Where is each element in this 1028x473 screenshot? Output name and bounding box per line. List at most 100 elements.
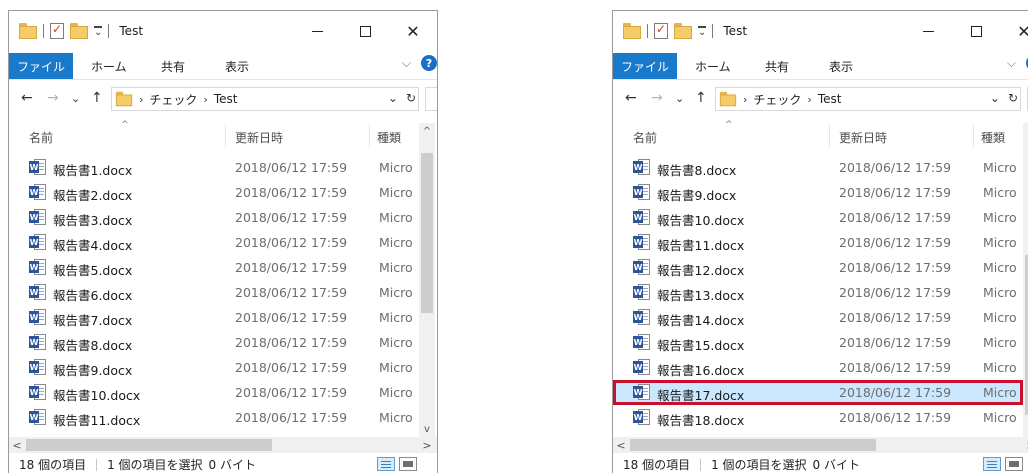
breadcrumb-item[interactable]: Test: [214, 92, 238, 106]
horizontal-scroll-thumb[interactable]: [26, 439, 272, 451]
status-bar: 18 個の項目 1 個の項目を選択 0 バイト: [613, 455, 1028, 473]
maximize-button[interactable]: [952, 11, 1000, 51]
customize-toolbar-icon[interactable]: ⌄: [94, 25, 103, 37]
scroll-left-icon[interactable]: <: [9, 437, 25, 453]
scroll-right-icon[interactable]: >: [419, 437, 435, 453]
breadcrumb-separator-icon[interactable]: ›: [807, 93, 811, 106]
file-row[interactable]: W 報告書3.docx 2018/06/12 17:59 Micro: [9, 205, 419, 230]
new-folder-icon[interactable]: [70, 23, 88, 39]
file-row[interactable]: W 報告書14.docx 2018/06/12 17:59 Micro: [613, 305, 1023, 330]
file-row[interactable]: W 報告書11.docx 2018/06/12 17:59 Micro: [613, 230, 1023, 255]
minimize-button[interactable]: [904, 11, 952, 51]
file-row[interactable]: W 報告書9.docx 2018/06/12 17:59 Micro: [9, 355, 419, 380]
search-box[interactable]: [425, 87, 437, 111]
breadcrumb-item[interactable]: チェック: [149, 91, 197, 108]
file-list[interactable]: W 報告書8.docx 2018/06/12 17:59 Micro W 報告書9.doc…: [613, 155, 1023, 435]
file-row[interactable]: W 報告書10.docx 2018/06/12 17:59 Micro: [9, 380, 419, 405]
details-view-icon[interactable]: [983, 457, 1001, 471]
file-row[interactable]: W 報告書18.docx 2018/06/12 17:59 Micro: [613, 405, 1023, 430]
horizontal-scrollbar[interactable]: <>: [613, 437, 1028, 453]
vertical-scroll-thumb[interactable]: [421, 153, 433, 313]
tab-file[interactable]: ファイル: [9, 53, 73, 79]
file-row[interactable]: W 報告書13.docx 2018/06/12 17:59 Micro: [613, 280, 1023, 305]
tab-home[interactable]: ホーム: [695, 53, 731, 79]
breadcrumb-item[interactable]: Test: [818, 92, 842, 106]
file-row[interactable]: W 報告書4.docx 2018/06/12 17:59 Micro: [9, 230, 419, 255]
refresh-icon[interactable]: ↻: [1008, 91, 1018, 105]
recent-locations-icon[interactable]: ⌄: [675, 92, 684, 105]
scroll-down-icon[interactable]: v: [419, 421, 435, 437]
file-row[interactable]: W 報告書10.docx 2018/06/12 17:59 Micro: [613, 205, 1023, 230]
scroll-right-icon[interactable]: >: [1023, 437, 1028, 453]
close-button[interactable]: ✕: [389, 11, 437, 51]
address-bar[interactable]: › チェック › Test ⌄ ↻: [111, 87, 419, 111]
maximize-button[interactable]: [341, 11, 389, 51]
file-row[interactable]: W 報告書2.docx 2018/06/12 17:59 Micro: [9, 180, 419, 205]
back-arrow-icon[interactable]: ←: [625, 90, 637, 106]
breadcrumb-item[interactable]: チェック: [753, 91, 801, 108]
properties-icon[interactable]: [50, 22, 64, 39]
breadcrumb-separator-icon[interactable]: ›: [203, 93, 207, 106]
file-type: Micro: [983, 310, 1017, 325]
refresh-icon[interactable]: ↻: [406, 91, 416, 105]
column-divider[interactable]: [973, 125, 974, 147]
breadcrumb-separator-icon[interactable]: ›: [139, 93, 143, 106]
forward-arrow-icon[interactable]: →: [47, 90, 59, 106]
file-row[interactable]: W 報告書8.docx 2018/06/12 17:59 Micro: [613, 155, 1023, 180]
minimize-button[interactable]: [293, 11, 341, 51]
tab-share[interactable]: 共有: [161, 53, 185, 79]
new-folder-icon[interactable]: [674, 23, 692, 39]
column-divider[interactable]: [369, 125, 370, 147]
vertical-scrollbar[interactable]: [1023, 123, 1028, 437]
title-bar[interactable]: ⌄ Test ✕: [9, 11, 437, 51]
expand-ribbon-icon[interactable]: ⌵: [402, 56, 411, 71]
properties-icon[interactable]: [654, 22, 668, 39]
horizontal-scroll-thumb[interactable]: [630, 439, 876, 451]
file-row[interactable]: W 報告書1.docx 2018/06/12 17:59 Micro: [9, 155, 419, 180]
column-date-modified[interactable]: 更新日時: [235, 129, 283, 146]
column-name[interactable]: 名前: [633, 129, 657, 146]
title-bar[interactable]: ⌄ Test ✕: [613, 11, 1028, 51]
tab-home[interactable]: ホーム: [91, 53, 127, 79]
customize-toolbar-icon[interactable]: ⌄: [698, 25, 707, 37]
tab-file[interactable]: ファイル: [613, 53, 677, 79]
file-list[interactable]: W 報告書1.docx 2018/06/12 17:59 Micro W 報告書2.doc…: [9, 155, 419, 435]
help-icon[interactable]: ?: [421, 55, 437, 71]
column-divider[interactable]: [225, 125, 226, 147]
vertical-scrollbar[interactable]: ^ v: [419, 123, 435, 437]
column-type[interactable]: 種類: [981, 129, 1005, 146]
large-icons-view-icon[interactable]: [1005, 457, 1023, 471]
address-dropdown-icon[interactable]: ⌄: [388, 91, 398, 105]
file-row[interactable]: W 報告書11.docx 2018/06/12 17:59 Micro: [9, 405, 419, 430]
recent-locations-icon[interactable]: ⌄: [71, 92, 80, 105]
address-dropdown-icon[interactable]: ⌄: [990, 91, 1000, 105]
details-view-icon[interactable]: [377, 457, 395, 471]
forward-arrow-icon[interactable]: →: [651, 90, 663, 106]
column-date-modified[interactable]: 更新日時: [839, 129, 887, 146]
file-row[interactable]: W 報告書15.docx 2018/06/12 17:59 Micro: [613, 330, 1023, 355]
address-bar[interactable]: › チェック › Test ⌄ ↻: [715, 87, 1021, 111]
scroll-left-icon[interactable]: <: [613, 437, 629, 453]
column-type[interactable]: 種類: [377, 129, 401, 146]
column-name[interactable]: 名前: [29, 129, 53, 146]
breadcrumb-separator-icon[interactable]: ›: [743, 93, 747, 106]
horizontal-scrollbar[interactable]: <>: [9, 437, 437, 453]
file-row[interactable]: W 報告書6.docx 2018/06/12 17:59 Micro: [9, 280, 419, 305]
scroll-up-icon[interactable]: ^: [419, 123, 435, 139]
file-row[interactable]: W 報告書7.docx 2018/06/12 17:59 Micro: [9, 305, 419, 330]
close-button[interactable]: ✕: [1000, 11, 1028, 51]
tab-view[interactable]: 表示: [225, 53, 249, 79]
file-row[interactable]: W 報告書5.docx 2018/06/12 17:59 Micro: [9, 255, 419, 280]
tab-share[interactable]: 共有: [765, 53, 789, 79]
file-row[interactable]: W 報告書8.docx 2018/06/12 17:59 Micro: [9, 330, 419, 355]
back-arrow-icon[interactable]: ←: [21, 90, 33, 106]
up-arrow-icon[interactable]: ↑: [91, 90, 103, 106]
file-row[interactable]: W 報告書9.docx 2018/06/12 17:59 Micro: [613, 180, 1023, 205]
expand-ribbon-icon[interactable]: ⌵: [1007, 56, 1016, 71]
up-arrow-icon[interactable]: ↑: [695, 90, 707, 106]
large-icons-view-icon[interactable]: [399, 457, 417, 471]
file-row[interactable]: W 報告書16.docx 2018/06/12 17:59 Micro: [613, 355, 1023, 380]
tab-view[interactable]: 表示: [829, 53, 853, 79]
column-divider[interactable]: [829, 125, 830, 147]
file-row[interactable]: W 報告書12.docx 2018/06/12 17:59 Micro: [613, 255, 1023, 280]
